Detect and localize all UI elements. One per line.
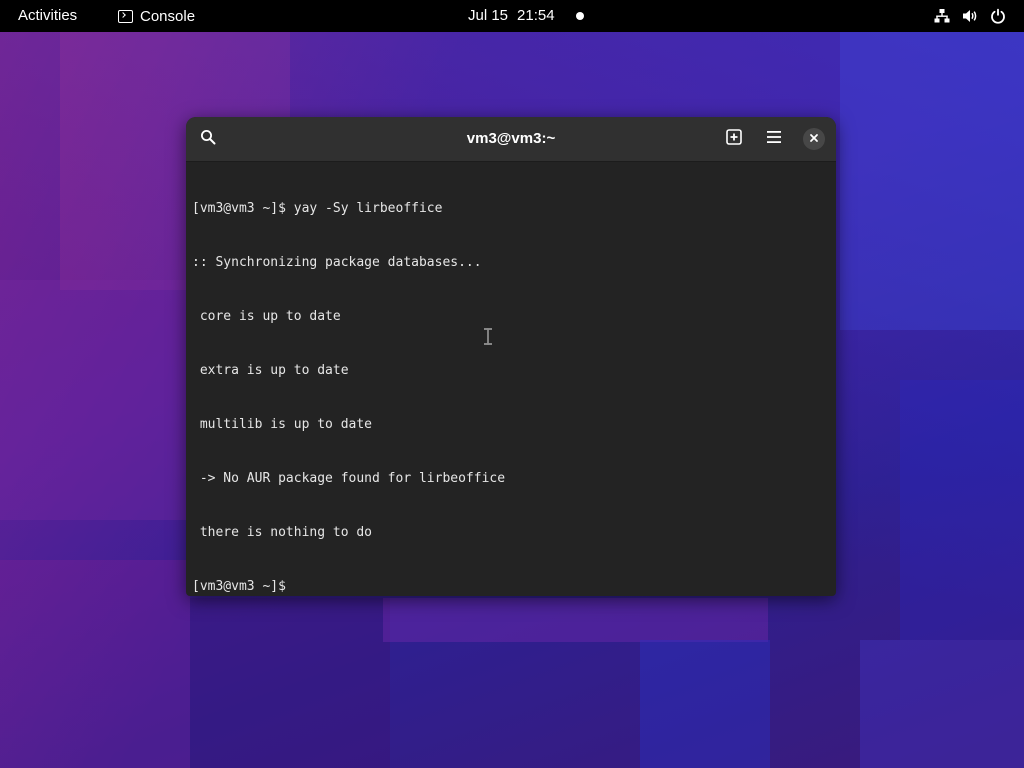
volume-icon	[956, 0, 984, 32]
terminal-line: extra is up to date	[192, 363, 349, 378]
clock-date: Jul 15	[468, 7, 509, 24]
clock-time: 21:54	[517, 7, 555, 24]
terminal-output[interactable]: [vm3@vm3 ~]$ yay -Sy lirbeoffice :: Sync…	[192, 164, 828, 594]
new-tab-button[interactable]	[718, 123, 750, 155]
wallpaper-facet	[0, 280, 190, 520]
network-wired-icon	[928, 0, 956, 32]
close-icon	[809, 130, 819, 148]
terminal-line: [vm3@vm3 ~]$ yay -Sy lirbeoffice	[192, 201, 443, 216]
wallpaper-facet	[383, 598, 768, 642]
wallpaper-facet	[0, 560, 190, 768]
terminal-line: multilib is up to date	[192, 417, 373, 432]
system-status-menu[interactable]	[928, 0, 1012, 32]
terminal-line: :: Synchronizing package databases...	[192, 255, 482, 270]
terminal-headerbar: vm3@vm3:~	[186, 117, 836, 162]
clock-button[interactable]: Jul 15 21:54	[462, 0, 561, 32]
power-icon	[984, 0, 1012, 32]
terminal-line: -> No AUR package found for lirbeoffice	[192, 471, 506, 486]
ibeam-cursor-icon	[484, 328, 492, 345]
top-bar: Activities Console Jul 15 21:54	[0, 0, 1024, 32]
activities-button[interactable]: Activities	[10, 0, 85, 32]
terminal-window: vm3@vm3:~ [vm3@vm3 ~]$ yay -Sy lirbeoffi…	[186, 117, 836, 596]
hamburger-menu-icon	[766, 130, 782, 149]
main-menu-button[interactable]	[758, 123, 790, 155]
wallpaper-facet	[190, 598, 390, 768]
search-button[interactable]	[192, 123, 224, 155]
terminal-prompt-line: [vm3@vm3 ~]$	[192, 579, 294, 594]
new-tab-icon	[726, 128, 742, 150]
console-app-icon	[118, 9, 133, 23]
notification-indicator-dot	[576, 12, 584, 20]
wallpaper-facet	[860, 640, 1024, 768]
close-window-button[interactable]	[803, 128, 825, 150]
app-menu-label: Console	[140, 7, 196, 25]
wallpaper-facet	[640, 640, 770, 768]
terminal-line: core is up to date	[192, 309, 341, 324]
search-icon	[200, 129, 216, 150]
terminal-line: there is nothing to do	[192, 525, 373, 540]
wallpaper-facet	[900, 380, 1024, 640]
app-menu-button[interactable]: Console	[110, 0, 203, 32]
wallpaper-facet	[840, 30, 1024, 330]
